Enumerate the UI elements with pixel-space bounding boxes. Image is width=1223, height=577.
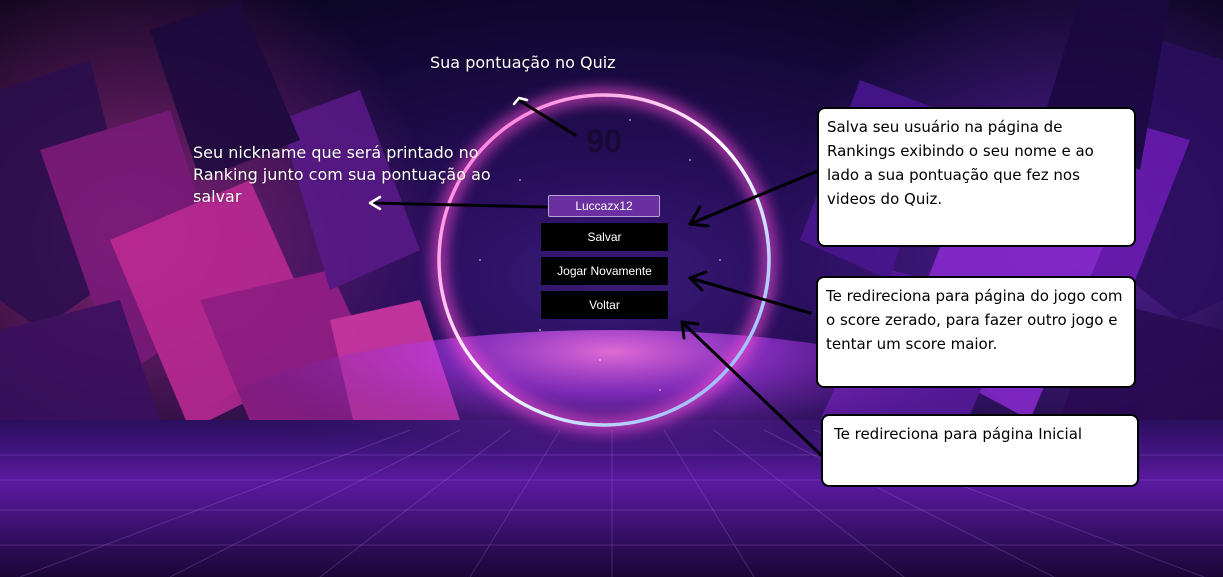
save-explanation-callout: Salva seu usuário na página de Rankings …	[817, 107, 1136, 247]
nickname-annotation: Seu nickname que será printado no Rankin…	[193, 143, 491, 206]
play-again-explanation-callout: Te redireciona para página do jogo com o…	[816, 276, 1136, 388]
score-label-annotation: Sua pontuação no Quiz	[430, 53, 616, 72]
score-value: 90	[586, 123, 622, 159]
back-button[interactable]: Voltar	[541, 291, 668, 319]
nickname-input[interactable]	[548, 195, 660, 217]
play-again-button[interactable]: Jogar Novamente	[541, 257, 668, 285]
back-explanation-callout: Te redireciona para página Inicial	[821, 414, 1139, 487]
save-button[interactable]: Salvar	[541, 223, 668, 251]
